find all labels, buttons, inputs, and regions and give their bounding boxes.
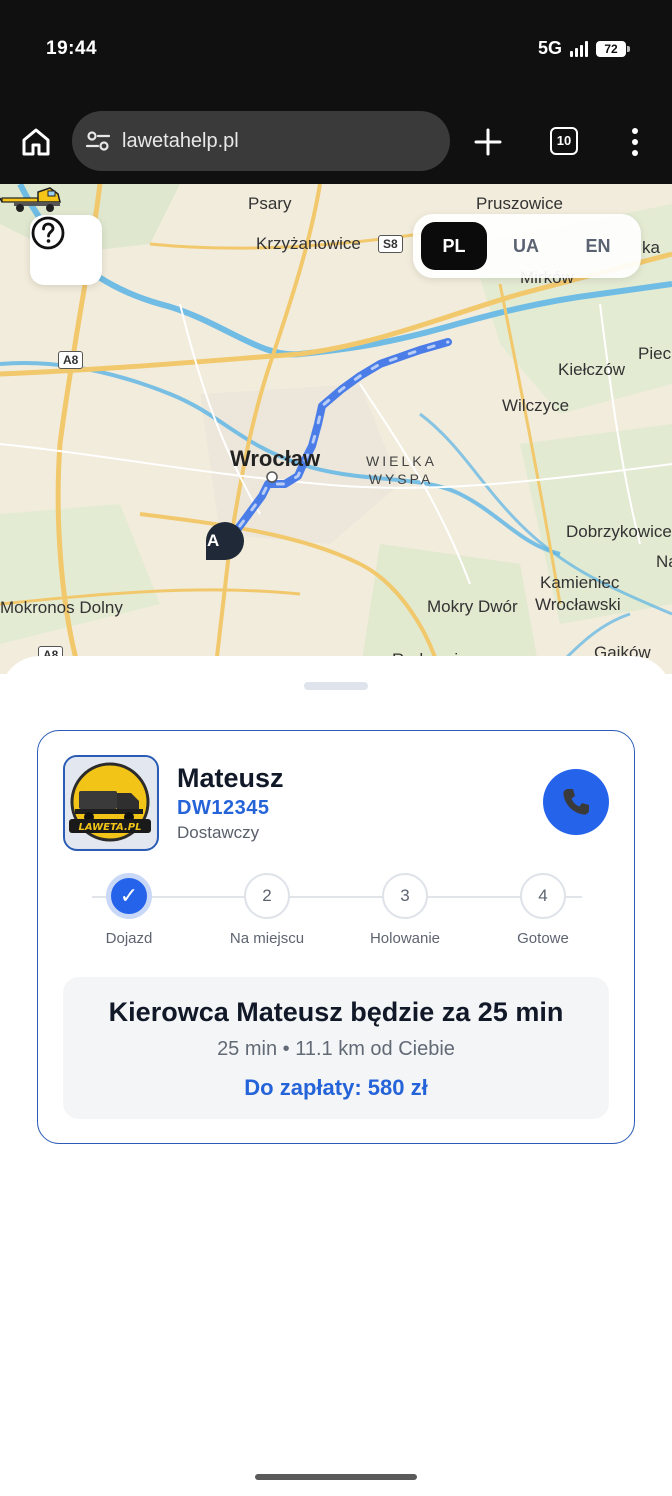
step-number: 3 [382,873,428,919]
status-indicators: 5G 72 [537,38,630,59]
svg-text:LAWETA.PL: LAWETA.PL [79,822,142,833]
step-label: Dojazd [105,930,153,947]
status-bar: 19:44 5G 72 [0,0,672,100]
tune-icon[interactable] [84,127,112,155]
phone-icon [563,789,589,815]
map-label: Psary [248,194,292,213]
map-label: Krzyżanowice [256,234,361,253]
map-label: Kamieniec [540,573,620,592]
tabs-icon[interactable]: 10 [550,127,578,155]
url-text: lawetahelp.pl [122,129,239,152]
lang-button-ua[interactable]: UA [493,222,559,270]
battery-icon: 72 [596,40,630,57]
help-button[interactable] [30,215,102,285]
tow-truck-icon [0,187,61,212]
map-label: Piec [638,344,672,363]
plus-icon [474,128,502,156]
step-check-icon: ✓ [106,873,152,919]
more-vert-icon[interactable] [620,124,650,160]
lang-button-en[interactable]: EN [565,222,631,270]
start-marker[interactable]: A [206,522,244,560]
new-tab-button[interactable] [470,124,506,160]
help-icon [31,216,65,250]
eta-title: Kierowca Mateusz będzie za 25 min [108,997,564,1027]
step-gotowe: 4 Gotowe [473,873,613,947]
map-label: Wrocławski [535,595,621,614]
driver-avatar: LAWETA.PL [63,755,159,851]
browser-toolbar: lawetahelp.pl 10 [0,100,672,184]
step-dojazd: ✓ Dojazd [59,873,199,947]
signal-icon [570,40,588,57]
progress-stepper: ✓ Dojazd 2 Na miejscu 3 Holowanie 4 Goto… [38,869,636,959]
step-number: 2 [244,873,290,919]
license-plate: DW12345 [177,797,270,819]
vehicle-type: Dostawczy [177,823,260,842]
step-label: Gotowe [517,930,569,947]
step-holowanie: 3 Holowanie [335,873,475,947]
driver-name: Mateusz [177,763,284,793]
road-shield: A8 [58,351,84,369]
call-button[interactable] [543,769,609,835]
laweta-logo: LAWETA.PL [65,757,156,848]
eta-panel: Kierowca Mateusz będzie za 25 min 25 min… [63,977,609,1119]
map-label: Mokronos Dolny [0,598,123,617]
step-label: Holowanie [369,930,441,947]
home-icon [22,128,50,156]
map[interactable]: Psary Pruszowice Krzyżanowice Mirków ka … [0,184,672,674]
step-label: Na miejscu [229,930,305,947]
map-label: Pruszowice [476,194,563,213]
eta-distance: 25 min • 11.1 km od Ciebie [217,1038,455,1060]
network-type: 5G [537,38,562,58]
map-label: Mokry Dwór [427,597,518,616]
map-label-district: WIELKA WYSPA [366,453,437,487]
map-label: ka [642,238,660,257]
map-label: Kiełczów [558,360,626,379]
lang-button-pl[interactable]: PL [421,222,487,270]
step-number: 4 [520,873,566,919]
language-switcher: PL UA EN [413,214,641,278]
sheet-drag-handle[interactable] [304,682,368,690]
driver-card: LAWETA.PL Mateusz DW12345 Dostawczy ✓ Do… [37,730,635,1144]
price-to-pay: Do zapłaty: 580 zł [244,1075,428,1100]
home-button[interactable] [18,124,54,160]
step-na-miejscu: 2 Na miejscu [197,873,337,947]
map-label-city: Wrocław [230,446,321,471]
start-marker-label: A [207,531,220,550]
status-time: 19:44 [46,38,98,59]
gesture-bar[interactable] [255,1474,417,1480]
map-label: Wilczyce [502,396,570,415]
address-bar[interactable]: lawetahelp.pl [72,111,450,171]
map-label: Dobrzykowice [566,522,672,541]
road-shield: S8 [378,235,403,253]
map-label: Na [656,552,672,571]
bottom-sheet: LAWETA.PL Mateusz DW12345 Dostawczy ✓ Do… [0,656,672,1496]
